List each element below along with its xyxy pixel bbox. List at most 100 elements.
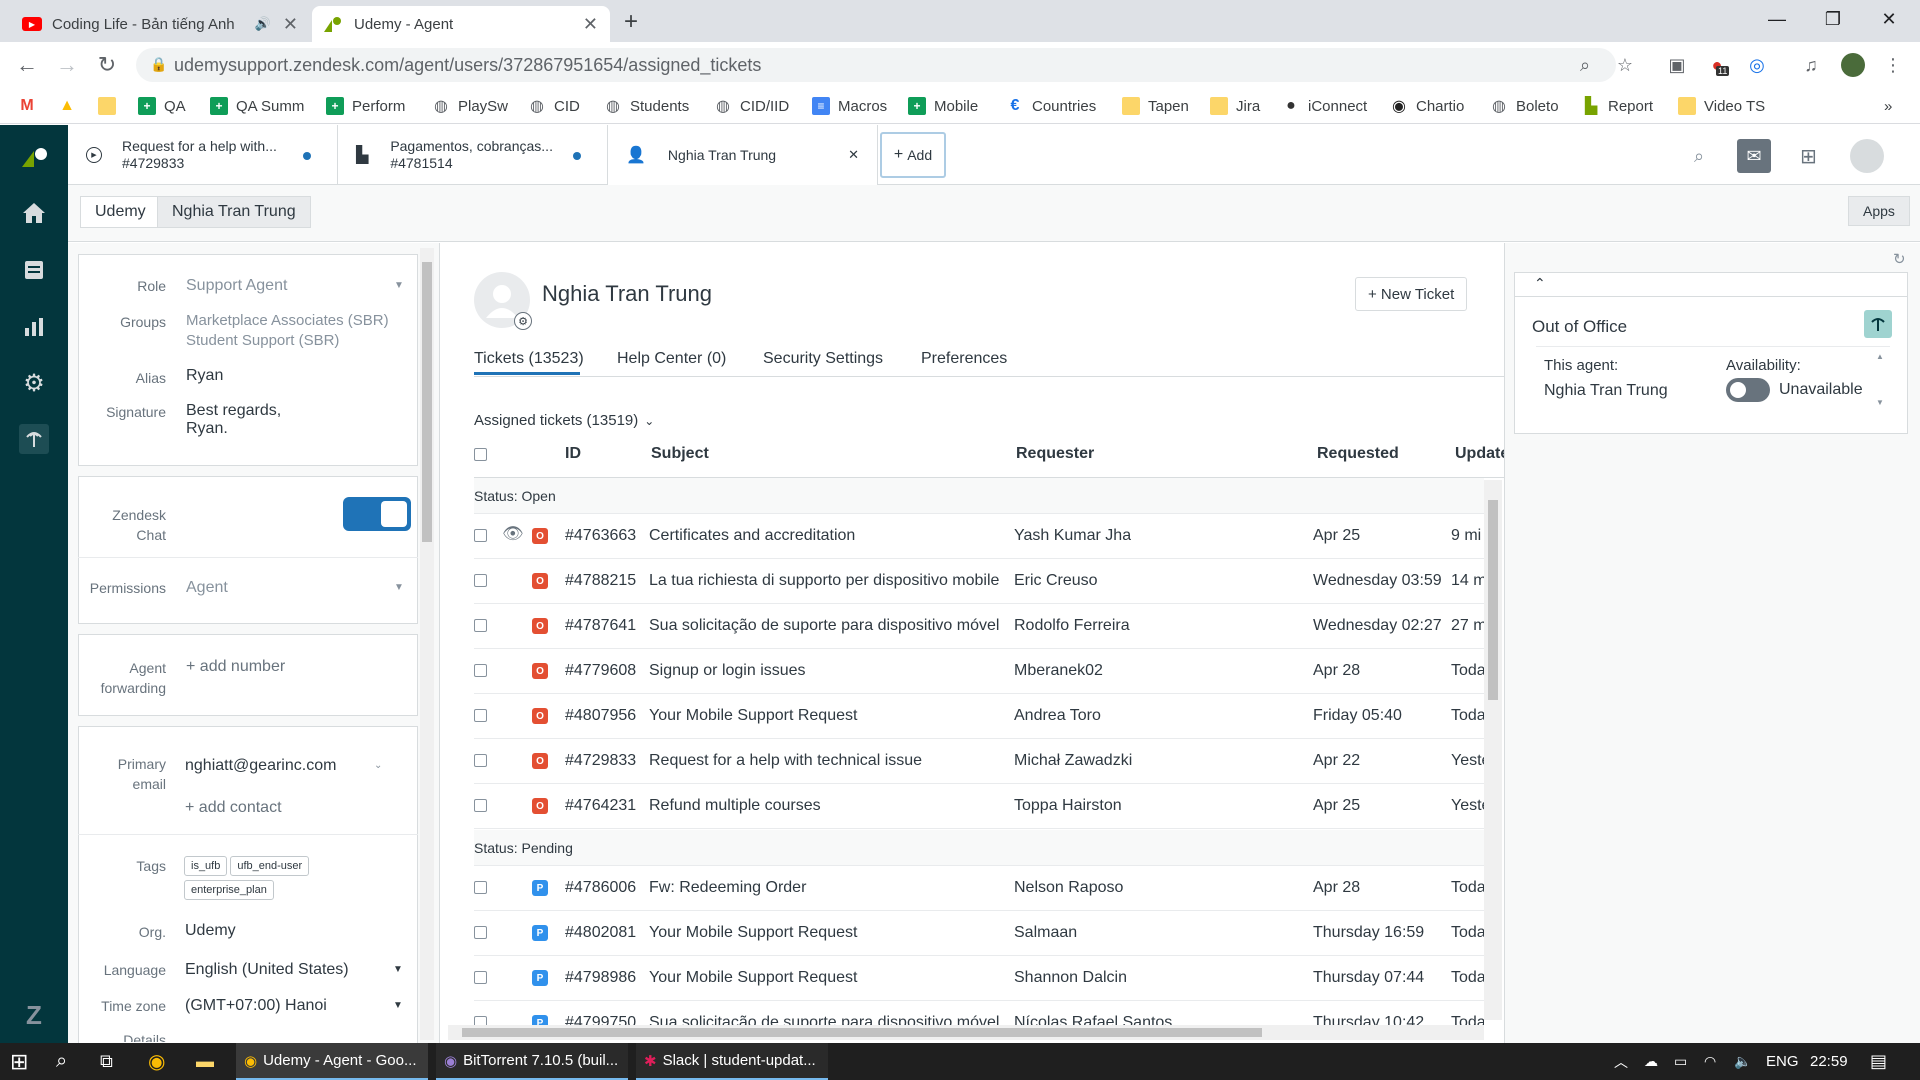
ticket-requester[interactable]: Rodolfo Ferreira	[1014, 617, 1130, 635]
bookmark-playsw[interactable]: ◍ PlaySw	[432, 94, 508, 118]
user-name-heading[interactable]: Nghia Tran Trung	[542, 281, 712, 307]
breadcrumb-user[interactable]: Nghia Tran Trung	[157, 196, 311, 228]
tab-preferences[interactable]: Preferences	[921, 350, 1007, 368]
views-icon[interactable]	[19, 255, 49, 285]
row-checkbox[interactable]	[474, 971, 487, 984]
ticket-subject[interactable]: Fw: Redeeming Order	[649, 879, 1009, 897]
tag-chip[interactable]: enterprise_plan	[184, 880, 274, 900]
bookmark-qa[interactable]: + QA	[138, 94, 186, 118]
tags-field[interactable]: is_ufb ufb_end-user enterprise_plan	[184, 856, 364, 904]
bookmark-jira[interactable]: Jira	[1210, 94, 1260, 118]
close-tab-icon[interactable]: ✕	[583, 14, 598, 35]
media-icon[interactable]: ♫	[1798, 52, 1824, 78]
tag-chip[interactable]: ufb_end-user	[230, 856, 310, 876]
chrome-taskbar-icon[interactable]: ◉	[148, 1043, 165, 1080]
app-scrollbar[interactable]: ▲ ▼	[1876, 352, 1890, 412]
column-updated[interactable]: Update	[1455, 445, 1504, 463]
availability-toggle[interactable]	[1726, 378, 1770, 402]
circle-extension-icon[interactable]: ◎	[1744, 52, 1770, 78]
task-view-icon[interactable]: ⧉	[100, 1043, 113, 1080]
table-horizontal-scrollbar[interactable]	[448, 1025, 1484, 1040]
chevron-down-icon[interactable]: ⌄	[374, 760, 382, 771]
bookmark-qa-summ[interactable]: + QA Summ	[210, 94, 304, 118]
products-grid-icon[interactable]: ⊞	[1800, 144, 1817, 169]
add-number-link[interactable]: + add number	[186, 657, 285, 677]
table-row[interactable]: O #4779608 Signup or login issues Mberan…	[474, 649, 1485, 694]
bookmark-cid-iid[interactable]: ◍ CID/IID	[714, 94, 789, 118]
apps-button[interactable]: Apps	[1848, 196, 1910, 226]
clock[interactable]: 22:59	[1810, 1043, 1848, 1080]
table-row[interactable]: P #4802081 Your Mobile Support Request S…	[474, 911, 1485, 956]
row-checkbox[interactable]	[474, 881, 487, 894]
battery-icon[interactable]: ▭	[1674, 1043, 1687, 1080]
ticket-requester[interactable]: Yash Kumar Jha	[1014, 527, 1131, 545]
zendesk-logo-icon[interactable]	[19, 142, 49, 172]
ticket-subject[interactable]: Signup or login issues	[649, 662, 1009, 680]
out-of-office-icon[interactable]	[19, 424, 49, 454]
ticket-requester[interactable]: Michał Zawadzki	[1014, 752, 1132, 770]
row-checkbox[interactable]	[474, 926, 487, 939]
row-checkbox[interactable]	[474, 754, 487, 767]
row-checkbox[interactable]	[474, 799, 487, 812]
bookmark-mobile[interactable]: + Mobile	[908, 94, 978, 118]
table-row[interactable]: P #4799750 Sua solicitação de suporte pa…	[474, 1001, 1484, 1025]
ticket-requester[interactable]: Andrea Toro	[1014, 707, 1101, 725]
ticket-subject[interactable]: Refund multiple courses	[649, 797, 1009, 815]
ticket-subject[interactable]: Sua solicitação de suporte para disposit…	[649, 1014, 1009, 1025]
bookmark-video-ts[interactable]: Video TS	[1678, 94, 1765, 118]
explorer-taskbar-icon[interactable]: ▬	[196, 1043, 214, 1080]
add-contact-link[interactable]: + add contact	[185, 798, 282, 818]
ticket-requester[interactable]: Shannon Dalcin	[1014, 969, 1127, 987]
ticket-subject[interactable]: La tua richiesta di supporto per disposi…	[649, 572, 1009, 590]
table-row[interactable]: O #4788215 La tua richiesta di supporto …	[474, 559, 1485, 604]
reload-apps-icon[interactable]: ↻	[1893, 250, 1906, 268]
ticket-requester[interactable]: Eric Creuso	[1014, 572, 1098, 590]
tray-chevron-icon[interactable]: ︿	[1614, 1043, 1628, 1080]
primary-email-field[interactable]: nghiatt@gearinc.com	[185, 756, 336, 776]
bookmark-countries[interactable]: € Countries	[1006, 94, 1097, 118]
new-tab-button[interactable]: +	[624, 8, 638, 36]
maximize-icon[interactable]: ❐	[1810, 0, 1856, 38]
picture-in-picture-icon[interactable]: ▣	[1664, 52, 1690, 78]
wifi-icon[interactable]: ◠	[1704, 1043, 1716, 1080]
bookmark-cid[interactable]: ◍ CID	[528, 94, 580, 118]
taskbar-app-chrome[interactable]: ◉ Udemy - Agent - Goo...	[236, 1043, 428, 1080]
gmail-bookmark[interactable]: M	[18, 94, 44, 118]
bookmark-students[interactable]: ◍ Students	[604, 94, 689, 118]
back-icon[interactable]: ←	[12, 50, 42, 80]
ticket-subject[interactable]: Your Mobile Support Request	[649, 969, 1009, 987]
home-icon[interactable]	[19, 198, 49, 228]
new-ticket-button[interactable]: + New Ticket	[1355, 277, 1468, 311]
minimize-icon[interactable]: —	[1754, 0, 1800, 38]
reload-icon[interactable]: ↻	[92, 50, 122, 80]
table-row[interactable]: O #4729833 Request for a help with techn…	[474, 739, 1485, 784]
star-icon[interactable]: ☆	[1612, 52, 1638, 78]
zendesk-chat-toggle[interactable]	[343, 497, 411, 531]
close-window-icon[interactable]: ✕	[1866, 0, 1912, 38]
table-row[interactable]: O #4807956 Your Mobile Support Request A…	[474, 694, 1485, 739]
bookmark-tapen[interactable]: Tapen	[1122, 94, 1189, 118]
column-requester[interactable]: Requester	[1016, 445, 1094, 463]
left-panel-scrollbar[interactable]	[420, 248, 434, 1040]
collapse-app-icon[interactable]: ⌃	[1534, 275, 1546, 292]
windows-start-icon[interactable]: ⊞	[10, 1043, 28, 1080]
bookmark-boleto[interactable]: ◍ Boleto	[1490, 94, 1559, 118]
taskbar-app-bittorrent[interactable]: ◉ BitTorrent 7.10.5 (buil...	[436, 1043, 628, 1080]
drive-bookmark[interactable]: ▲	[58, 94, 84, 118]
table-row[interactable]: O #4764231 Refund multiple courses Toppa…	[474, 784, 1485, 829]
agent-avatar[interactable]	[1850, 139, 1884, 173]
settings-gear-icon[interactable]: ⚙	[19, 368, 49, 398]
address-bar[interactable]: 🔒 udemysupport.zendesk.com/agent/users/3…	[136, 48, 1616, 82]
ticket-subject[interactable]: Your Mobile Support Request	[649, 924, 1009, 942]
table-row[interactable]: P #4786006 Fw: Redeeming Order Nelson Ra…	[474, 866, 1485, 911]
signature-line[interactable]: Best regards,	[186, 401, 281, 421]
menu-icon[interactable]: ⋮	[1880, 52, 1906, 78]
ticket-requester[interactable]: Nícolas Rafael Santos	[1014, 1014, 1172, 1025]
column-id[interactable]: ID	[565, 445, 581, 463]
column-requested[interactable]: Requested	[1317, 445, 1399, 463]
row-checkbox[interactable]	[474, 1016, 487, 1025]
ticket-subject[interactable]: Sua solicitação de suporte para disposit…	[649, 617, 1009, 635]
ticket-requester[interactable]: Nelson Raposo	[1014, 879, 1123, 897]
tab-tickets[interactable]: Tickets (13523)	[474, 350, 584, 368]
row-checkbox[interactable]	[474, 574, 487, 587]
